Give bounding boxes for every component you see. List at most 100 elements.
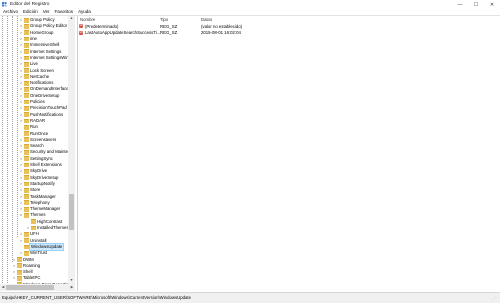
- tree-horizontal-scrollbar[interactable]: ◀ ▶: [0, 284, 75, 291]
- chevron-right-icon[interactable]: >: [19, 50, 23, 54]
- tree-item-label: Internet Settings: [30, 48, 62, 54]
- list-row[interactable]: ab LastAutoAppUpdateSearchSuccessTi... R…: [78, 30, 500, 37]
- tree-item-label: HomeGroup: [30, 29, 54, 35]
- chevron-right-icon[interactable]: >: [19, 81, 23, 85]
- tree-scroll-thumb[interactable]: [69, 194, 74, 230]
- chevron-right-icon[interactable]: >: [19, 87, 23, 91]
- tree-item-label: Security and Mainteria: [30, 149, 73, 155]
- folder-icon: [23, 93, 29, 99]
- tree-item-label: Search: [30, 143, 44, 149]
- folder-icon: [23, 244, 29, 250]
- chevron-right-icon[interactable]: >: [19, 163, 23, 167]
- tree-item-label: NetCache: [30, 73, 50, 79]
- folder-icon: [16, 276, 22, 281]
- chevron-right-icon[interactable]: >: [19, 251, 23, 255]
- folder-icon: [23, 36, 29, 42]
- chevron-right-icon[interactable]: >: [19, 150, 23, 154]
- tree-item-label: Group Policy: [30, 17, 55, 23]
- folder-icon: [30, 225, 36, 231]
- title-bar: Editor del Registro — ☐ ✕: [0, 0, 500, 9]
- chevron-right-icon[interactable]: >: [19, 100, 23, 104]
- chevron-right-icon[interactable]: >: [19, 69, 23, 73]
- chevron-right-icon[interactable]: >: [19, 75, 23, 79]
- column-header-datos[interactable]: Datos: [201, 17, 212, 22]
- scroll-up-arrow-icon[interactable]: ▲: [68, 16, 75, 22]
- tree-item-label: TabletPC: [23, 275, 41, 281]
- chevron-right-icon[interactable]: >: [19, 31, 23, 35]
- folder-icon: [23, 156, 29, 162]
- chevron-right-icon[interactable]: >: [19, 37, 23, 41]
- folder-icon: [23, 80, 29, 86]
- folder-icon: [16, 269, 22, 275]
- chevron-right-icon[interactable]: >: [19, 195, 23, 199]
- tree-vertical-scrollbar[interactable]: ▲ ▼: [68, 16, 75, 291]
- folder-icon: [23, 231, 29, 237]
- chevron-right-icon[interactable]: >: [19, 43, 23, 47]
- chevron-right-icon[interactable]: >: [12, 270, 16, 274]
- chevron-right-icon[interactable]: >: [12, 276, 16, 280]
- tree-item-label: Run: [30, 124, 38, 130]
- close-button[interactable]: ✕: [484, 0, 500, 9]
- registry-values-list[interactable]: Nombre Tipo Datos ab (Predeterminado) RE…: [78, 16, 500, 291]
- registry-key-tree[interactable]: > Group Policy > Group Policy Editor > HomeGr…: [0, 16, 78, 291]
- value-name: LastAutoAppUpdateSearchSuccessTi...: [85, 30, 161, 36]
- scroll-right-arrow-icon[interactable]: ▶: [69, 284, 75, 291]
- tree-hscroll-thumb[interactable]: [6, 285, 54, 290]
- chevron-right-icon[interactable]: >: [19, 138, 23, 142]
- chevron-right-icon[interactable]: >: [19, 106, 23, 110]
- tree-item-label: TaskManager: [30, 193, 56, 199]
- column-header-tipo[interactable]: Tipo: [160, 17, 168, 22]
- chevron-right-icon[interactable]: >: [19, 94, 23, 98]
- chevron-right-icon[interactable]: >: [26, 226, 30, 230]
- column-header-nombre[interactable]: Nombre: [80, 17, 95, 22]
- tree-item-label: ThemeManager: [30, 206, 61, 212]
- chevron-right-icon[interactable]: >: [19, 207, 23, 211]
- value-name: (Predeterminado): [85, 23, 119, 29]
- folder-icon: [23, 42, 29, 48]
- folder-icon: [23, 206, 29, 212]
- tree-item-label: Telephony: [30, 199, 50, 205]
- folder-icon: [23, 137, 29, 143]
- chevron-right-icon[interactable]: >: [19, 157, 23, 161]
- window-title: Editor del Registro: [10, 1, 50, 7]
- registry-editor-icon: [2, 2, 7, 7]
- folder-icon: [23, 55, 29, 61]
- folder-icon: [23, 24, 29, 29]
- tree-item-label: Uninstall: [30, 237, 47, 243]
- tree-item-label: Roaming: [23, 262, 41, 268]
- tree-item-label: PushNotifications: [30, 111, 64, 117]
- chevron-right-icon[interactable]: >: [19, 56, 23, 60]
- chevron-right-icon[interactable]: >: [19, 239, 23, 243]
- tree-item-label: Group Policy Editor: [30, 23, 68, 29]
- folder-icon: [23, 112, 29, 118]
- chevron-right-icon[interactable]: >: [19, 169, 23, 173]
- minimize-button[interactable]: —: [452, 0, 468, 9]
- chevron-right-icon[interactable]: >: [12, 264, 16, 268]
- chevron-right-icon[interactable]: >: [19, 188, 23, 192]
- tree-item-label: ImmersiveShell: [30, 42, 60, 48]
- reg-string-icon: ab: [79, 30, 83, 35]
- folder-icon: [23, 99, 29, 105]
- folder-icon: [23, 49, 29, 55]
- maximize-button[interactable]: ☐: [468, 0, 484, 9]
- chevron-right-icon[interactable]: >: [19, 182, 23, 186]
- chevron-right-icon[interactable]: >: [19, 113, 23, 117]
- value-type: REG_SZ: [160, 30, 178, 36]
- chevron-right-icon[interactable]: >: [19, 232, 23, 236]
- folder-icon: [23, 68, 29, 73]
- chevron-right-icon[interactable]: >: [19, 62, 23, 66]
- chevron-right-icon[interactable]: >: [12, 258, 16, 262]
- tree-item-label: WindowsUpdate: [28, 242, 65, 251]
- chevron-right-icon[interactable]: >: [19, 144, 23, 148]
- chevron-right-icon[interactable]: >: [19, 24, 23, 28]
- folder-icon: [23, 143, 29, 149]
- folder-icon: [23, 105, 29, 111]
- chevron-right-icon[interactable]: >: [19, 201, 23, 205]
- chevron-right-icon[interactable]: >: [19, 18, 23, 22]
- chevron-right-icon[interactable]: >: [19, 119, 23, 123]
- chevron-down-icon[interactable]: v: [19, 213, 23, 217]
- tree-item-label: Screensavers: [30, 136, 57, 142]
- chevron-right-icon[interactable]: >: [19, 176, 23, 180]
- resize-grip-icon[interactable]: ⋰: [492, 296, 498, 302]
- tree-guide-line: [7, 16, 8, 291]
